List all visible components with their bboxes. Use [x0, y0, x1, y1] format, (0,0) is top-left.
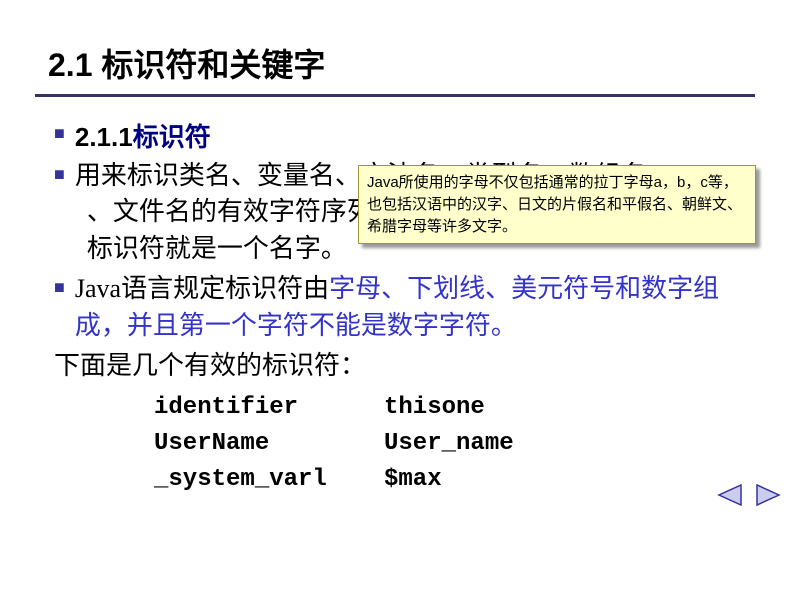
subtitle-number: 2.1.1 [75, 122, 133, 152]
examples-block: identifier thisone UserName User_name _s… [154, 390, 760, 498]
examples-intro: 下面是几个有效的标识符： [54, 348, 760, 384]
slide-title: 2.1 标识符和关键字 [40, 40, 760, 86]
nav-controls [716, 484, 782, 506]
example-cell: thisone [384, 390, 485, 426]
example-cell: UserName [154, 426, 384, 462]
bullet-2: ■ Java语言规定标识符由字母、下划线、美元符号和数字组成，并且第一个字符不能… [54, 271, 760, 344]
example-cell: identifier [154, 390, 384, 426]
prev-button[interactable] [716, 484, 742, 506]
callout-note: Java所使用的字母不仅包括通常的拉丁字母a，b，c等，也包括汉语中的汉字、日文… [358, 165, 756, 244]
subtitle: 2.1.1标识符 [75, 117, 211, 154]
example-cell: _system_varl [154, 462, 384, 498]
example-row: _system_varl $max [154, 462, 760, 498]
bullet-icon: ■ [54, 164, 65, 185]
bullet-icon: ■ [54, 123, 65, 144]
next-button[interactable] [756, 484, 782, 506]
triangle-right-icon [756, 484, 782, 506]
subtitle-text: 标识符 [133, 122, 211, 152]
bullet-icon: ■ [54, 277, 65, 298]
slide: 2.1 标识符和关键字 ■ 2.1.1标识符 ■ 用来标识类名、变量名、方法名、… [0, 0, 800, 518]
example-cell: User_name [384, 426, 514, 462]
example-row: UserName User_name [154, 426, 760, 462]
text-frag: 标识符就是一个名字。 [75, 234, 347, 263]
triangle-left-icon [716, 484, 742, 506]
subtitle-row: ■ 2.1.1标识符 [54, 117, 760, 154]
example-row: identifier thisone [154, 390, 760, 426]
example-cell: $max [384, 462, 442, 498]
title-divider [35, 94, 755, 97]
text-frag: Java语言规定标识符由 [75, 274, 329, 303]
body-text-2: Java语言规定标识符由字母、下划线、美元符号和数字组成，并且第一个字符不能是数… [75, 271, 760, 344]
